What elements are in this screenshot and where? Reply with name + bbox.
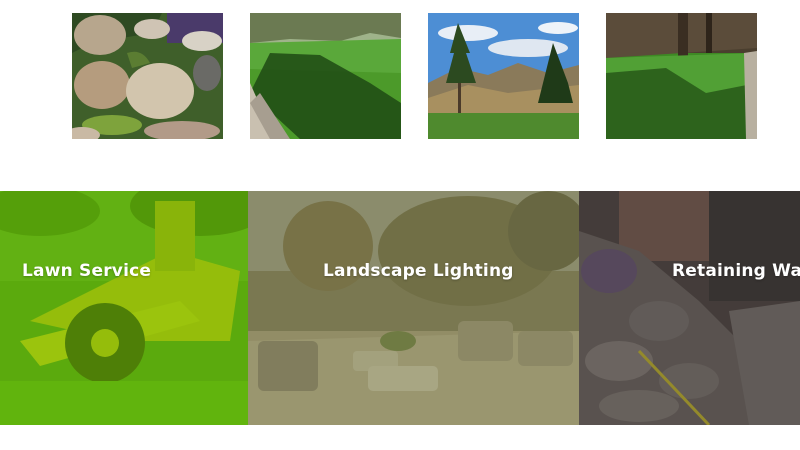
gallery-thumbnail-mountain-view[interactable] — [428, 13, 579, 139]
landscape-lighting-label: Landscape Lighting — [323, 261, 514, 281]
shaded-lawn-photo — [606, 13, 757, 139]
rock-garden-photo — [72, 13, 223, 139]
gallery-thumbnail-lawn-shadow[interactable] — [250, 13, 401, 139]
landscape-lighting-overlay — [248, 191, 579, 425]
service-card-lawn-service[interactable]: Lawn Service — [0, 191, 248, 425]
gallery-thumbnail-shaded-lawn[interactable] — [606, 13, 757, 139]
retaining-walls-overlay — [579, 191, 800, 425]
gallery-thumbnail-rock-garden[interactable] — [72, 13, 223, 139]
lawn-shadow-photo — [250, 13, 401, 139]
mountain-view-photo — [428, 13, 579, 139]
lawn-service-overlay — [0, 191, 248, 425]
lawn-service-label: Lawn Service — [22, 261, 152, 281]
retaining-walls-label: Retaining Walls — [672, 261, 800, 281]
service-card-retaining-walls[interactable]: Retaining Walls — [579, 191, 800, 425]
service-card-landscape-lighting[interactable]: Landscape Lighting — [248, 191, 579, 425]
